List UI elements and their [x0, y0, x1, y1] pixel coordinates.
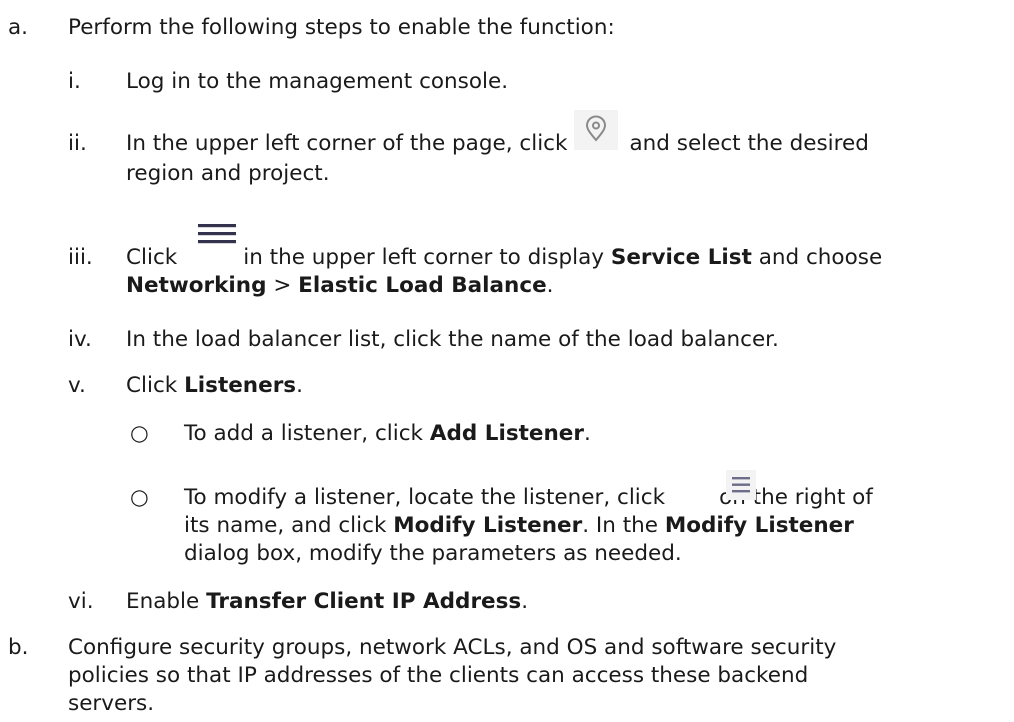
bullet-modify-line2: its name, and click Modify Listener. In … — [184, 513, 854, 538]
listeners-label: Listeners — [184, 373, 297, 398]
step-iii-line2: Networking > Elastic Load Balance. — [126, 273, 554, 298]
step-vi-marker: vi. — [68, 589, 94, 614]
step-v-marker: v. — [68, 373, 86, 398]
step-iv-text: In the load balancer list, click the nam… — [126, 327, 779, 352]
bullet-modify-line1: To modify a listener, locate the listene… — [184, 485, 873, 510]
step-b-line3: servers. — [68, 691, 155, 716]
bullet-modify-line3: dialog box, modify the parameters as nee… — [184, 541, 682, 566]
path-separator: > — [273, 273, 292, 298]
step-b-line1: Configure security groups, network ACLs,… — [68, 635, 837, 660]
elb-label: Elastic Load Balance — [298, 273, 547, 298]
bullet-modify-marker: ○ — [130, 485, 149, 510]
more-menu-icon — [726, 470, 756, 500]
bullet-add-marker: ○ — [130, 421, 149, 446]
hamburger-menu-icon — [198, 224, 236, 244]
step-v-text: Click Listeners. — [126, 373, 303, 398]
step-b-marker: b. — [8, 635, 29, 660]
step-i-marker: i. — [68, 69, 81, 94]
step-ii-line2: region and project. — [126, 161, 330, 186]
service-list-label: Service List — [610, 245, 752, 270]
add-listener-label: Add Listener — [429, 421, 584, 446]
step-b-line2: policies so that IP addresses of the cli… — [68, 663, 809, 688]
step-ii-text-before: In the upper left corner of the page, cl… — [126, 131, 568, 156]
step-iii-line1: Click in the upper left corner to display… — [126, 244, 882, 272]
networking-label: Networking — [126, 273, 267, 298]
step-iv-marker: iv. — [68, 327, 92, 352]
transfer-client-ip-label: Transfer Client IP Address — [206, 589, 522, 614]
step-ii-marker: ii. — [68, 131, 87, 156]
step-i-text: Log in to the management console. — [126, 69, 509, 94]
step-ii-text-after: and select the desired — [629, 131, 869, 156]
step-a-text: Perform the following steps to enable th… — [68, 15, 615, 40]
step-iii-click: Click — [126, 245, 178, 270]
modify-listener-dialog-label: Modify Listener — [664, 513, 854, 538]
step-iii-marker: iii. — [68, 245, 93, 270]
step-iii-text-mid: in the upper left corner to display — [243, 245, 604, 270]
step-iii-text-after: and choose — [758, 245, 883, 270]
modify-listener-label: Modify Listener — [393, 513, 583, 538]
location-pin-icon — [574, 110, 618, 150]
bullet-add-text: To add a listener, click Add Listener. — [184, 421, 591, 446]
step-a-marker: a. — [8, 15, 29, 40]
step-vi-text: Enable Transfer Client IP Address. — [126, 589, 529, 614]
step-ii-line1: In the upper left corner of the page, cl… — [126, 130, 869, 158]
